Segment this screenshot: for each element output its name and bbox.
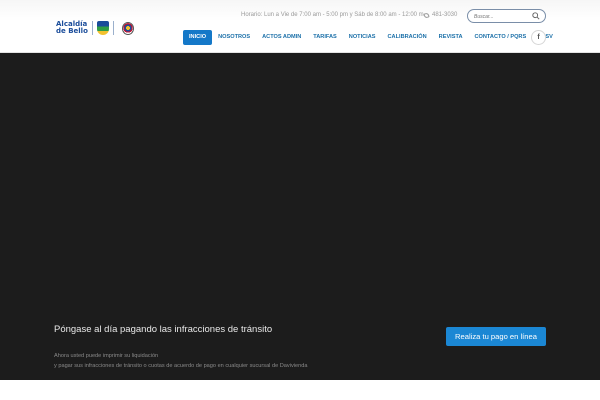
- online-payment-button[interactable]: Realiza tu pago en línea: [446, 327, 546, 346]
- logo-divider: [91, 21, 93, 35]
- phone-info: 481-3030: [423, 11, 458, 19]
- hero-description-line-2: y pagar sus infracciones de tránsito o c…: [54, 363, 308, 369]
- nav-item-inicio[interactable]: INICIO: [183, 30, 213, 45]
- logo-line-2: de Bello: [56, 27, 88, 35]
- nav-item-revista[interactable]: REVISTA: [433, 30, 469, 45]
- search-box[interactable]: [467, 9, 546, 23]
- schedule-text: Horario: Lun a Vie de 7:00 am - 5:00 pm …: [241, 12, 424, 18]
- site-header: Alcaldía de Bello Horario: Lun a Vie de …: [0, 0, 600, 53]
- phone-number: 481-3030: [432, 12, 458, 18]
- national-seal-icon: [121, 21, 134, 35]
- nav-item-tarifas[interactable]: TARIFAS: [307, 30, 343, 45]
- logo-text: Alcaldía de Bello: [56, 21, 88, 35]
- logo-divider: [112, 21, 114, 35]
- hero-title: Póngase al día pagando las infracciones …: [54, 324, 273, 335]
- nav-item-calibración[interactable]: CALIBRACIÓN: [382, 30, 433, 45]
- alcaldia-logo[interactable]: Alcaldía de Bello: [56, 19, 136, 37]
- hero-banner: Póngase al día pagando las infracciones …: [0, 53, 600, 380]
- search-icon[interactable]: [532, 12, 540, 20]
- nav-item-contacto-pqrs[interactable]: CONTACTO / PQRS: [469, 30, 533, 45]
- hero-description-line-1: Ahora usted puede imprimir su liquidació…: [54, 353, 159, 359]
- shield-emblem-icon: [96, 21, 109, 35]
- main-nav: INICIO NOSOTROS ACTOS ADMIN TARIFAS NOTICIAS…: [183, 30, 559, 45]
- nav-item-actos-admin[interactable]: ACTOS ADMIN: [256, 30, 307, 45]
- nav-item-noticias[interactable]: NOTICIAS: [343, 30, 382, 45]
- nav-item-nosotros[interactable]: NOSOTROS: [212, 30, 256, 45]
- facebook-icon[interactable]: f: [531, 30, 546, 45]
- phone-icon: [423, 11, 430, 19]
- search-input[interactable]: [474, 11, 532, 22]
- page: Alcaldía de Bello Horario: Lun a Vie de …: [0, 0, 600, 400]
